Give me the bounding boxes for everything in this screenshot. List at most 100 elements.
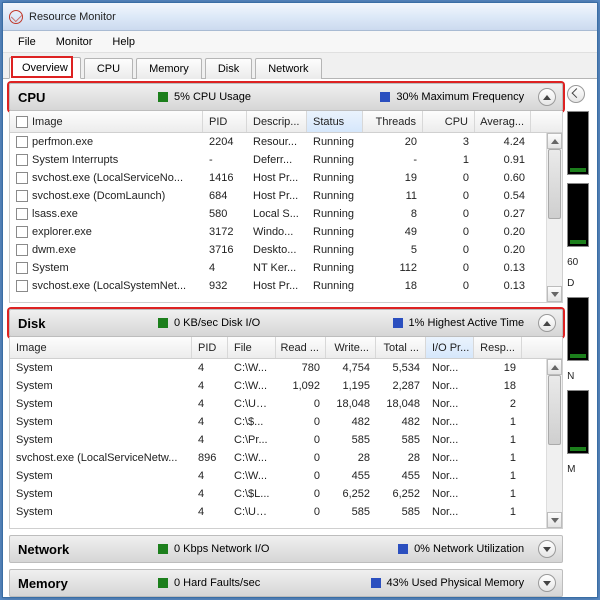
col-cpu[interactable]: CPU: [423, 111, 475, 132]
tab-memory[interactable]: Memory: [136, 58, 202, 79]
scroll-down-button[interactable]: [547, 286, 562, 302]
col-read[interactable]: Read ...: [276, 337, 326, 358]
disk-panel-header[interactable]: Disk 0 KB/sec Disk I/O 1% Highest Active…: [9, 309, 563, 337]
row-checkbox[interactable]: [16, 208, 28, 220]
menubar: File Monitor Help: [3, 31, 597, 53]
table-row[interactable]: System4C:\Pr...0585585Nor...1: [10, 431, 562, 449]
graphs-collapse-button[interactable]: [567, 85, 585, 103]
network-panel-header[interactable]: Network 0 Kbps Network I/O 0% Network Ut…: [9, 535, 563, 563]
table-row[interactable]: System4NT Ker...Running11200.13: [10, 259, 562, 277]
row-checkbox[interactable]: [16, 172, 28, 184]
scroll-up-button[interactable]: [547, 133, 562, 149]
tab-overview[interactable]: Overview: [9, 57, 81, 79]
network-expand-button[interactable]: [538, 540, 556, 558]
menu-help[interactable]: Help: [103, 34, 144, 50]
select-all-checkbox[interactable]: [16, 116, 28, 128]
tab-disk[interactable]: Disk: [205, 58, 252, 79]
col-pid[interactable]: PID: [203, 111, 247, 132]
cell-resp: 1: [474, 415, 522, 429]
col-file[interactable]: File: [228, 337, 276, 358]
scroll-up-button[interactable]: [547, 359, 562, 375]
cell-image: perfmon.exe: [10, 135, 203, 149]
table-row[interactable]: System4C:\Us...018,04818,048Nor...2: [10, 395, 562, 413]
titlebar[interactable]: Resource Monitor: [3, 3, 597, 31]
memory-panel-header[interactable]: Memory 0 Hard Faults/sec 43% Used Physic…: [9, 569, 563, 597]
cell-status: Running: [307, 279, 363, 293]
table-row[interactable]: System4C:\$...0482482Nor...1: [10, 413, 562, 431]
menu-file[interactable]: File: [9, 34, 45, 50]
cpu-collapse-button[interactable]: [538, 88, 556, 106]
cell-total: 28: [376, 451, 426, 465]
col-iopr[interactable]: I/O Pr...: [426, 337, 474, 358]
cpu-panel-header[interactable]: CPU 5% CPU Usage 30% Maximum Frequency: [9, 83, 563, 111]
cell-status: Running: [307, 171, 363, 185]
cell-file: C:\Pr...: [228, 433, 276, 447]
col-resp[interactable]: Resp...: [474, 337, 522, 358]
table-row[interactable]: perfmon.exe2204Resour...Running2034.24: [10, 133, 562, 151]
cell-image: System: [10, 415, 192, 429]
table-row[interactable]: svchost.exe (LocalServiceNo...1416Host P…: [10, 169, 562, 187]
cell-avg: 0.20: [475, 225, 531, 239]
disk-scrollbar[interactable]: [546, 359, 562, 528]
table-row[interactable]: System4C:\W...0455455Nor...1: [10, 467, 562, 485]
cell-write: 585: [326, 505, 376, 519]
scroll-down-button[interactable]: [547, 512, 562, 528]
table-row[interactable]: svchost.exe (LocalServiceNetw...896C:\W.…: [10, 449, 562, 467]
cell-image: System: [10, 261, 203, 275]
cell-status: Running: [307, 225, 363, 239]
row-checkbox[interactable]: [16, 154, 28, 166]
col-write[interactable]: Write...: [326, 337, 376, 358]
cell-resp: 1: [474, 469, 522, 483]
cell-threads: 112: [363, 261, 423, 275]
row-checkbox[interactable]: [16, 280, 28, 292]
memory-panel-title: Memory: [18, 576, 158, 591]
table-row[interactable]: svchost.exe (DcomLaunch)684Host Pr...Run…: [10, 187, 562, 205]
cell-cpu: 0: [423, 279, 475, 293]
cell-pid: 2204: [203, 135, 247, 149]
cell-cpu: 1: [423, 153, 475, 167]
row-checkbox[interactable]: [16, 136, 28, 148]
row-checkbox[interactable]: [16, 190, 28, 202]
col-image[interactable]: Image: [10, 337, 192, 358]
network-panel-title: Network: [18, 542, 158, 557]
cell-resp: 1: [474, 487, 522, 501]
tab-cpu[interactable]: CPU: [84, 58, 133, 79]
square-icon: [393, 318, 403, 328]
table-row[interactable]: dwm.exe3716Deskto...Running500.20: [10, 241, 562, 259]
col-total[interactable]: Total ...: [376, 337, 426, 358]
triangle-up-icon: [551, 365, 559, 370]
cell-image: System: [10, 397, 192, 411]
cell-total: 5,534: [376, 361, 426, 375]
tab-network[interactable]: Network: [255, 58, 321, 79]
cell-avg: 0.13: [475, 279, 531, 293]
cell-write: 18,048: [326, 397, 376, 411]
table-row[interactable]: svchost.exe (LocalSystemNet...932Host Pr…: [10, 277, 562, 295]
cell-avg: 0.91: [475, 153, 531, 167]
cpu-scrollbar[interactable]: [546, 133, 562, 302]
table-row[interactable]: System Interrupts-Deferr...Running-10.91: [10, 151, 562, 169]
menu-monitor[interactable]: Monitor: [47, 34, 102, 50]
square-icon: [158, 578, 168, 588]
table-row[interactable]: System4C:\W...7804,7545,534Nor...19: [10, 359, 562, 377]
table-row[interactable]: System4C:\W...1,0921,1952,287Nor...18: [10, 377, 562, 395]
disk-io-label: 0 KB/sec Disk I/O: [174, 317, 260, 329]
row-checkbox[interactable]: [16, 244, 28, 256]
col-threads[interactable]: Threads: [363, 111, 423, 132]
cell-image: svchost.exe (LocalServiceNo...: [10, 171, 203, 185]
row-checkbox[interactable]: [16, 262, 28, 274]
disk-collapse-button[interactable]: [538, 314, 556, 332]
col-image[interactable]: Image: [32, 116, 63, 128]
col-pid[interactable]: PID: [192, 337, 228, 358]
col-status[interactable]: Status: [307, 111, 363, 132]
col-avg[interactable]: Averag...: [475, 111, 531, 132]
cell-resp: 1: [474, 433, 522, 447]
cell-image: System: [10, 505, 192, 519]
table-row[interactable]: explorer.exe3172Windo...Running4900.20: [10, 223, 562, 241]
memory-expand-button[interactable]: [538, 574, 556, 592]
table-row[interactable]: System4C:\$L...06,2526,252Nor...1: [10, 485, 562, 503]
col-desc[interactable]: Descrip...: [247, 111, 307, 132]
cell-read: 780: [276, 361, 326, 375]
row-checkbox[interactable]: [16, 226, 28, 238]
table-row[interactable]: System4C:\Us...0585585Nor...1: [10, 503, 562, 521]
table-row[interactable]: lsass.exe580Local S...Running800.27: [10, 205, 562, 223]
